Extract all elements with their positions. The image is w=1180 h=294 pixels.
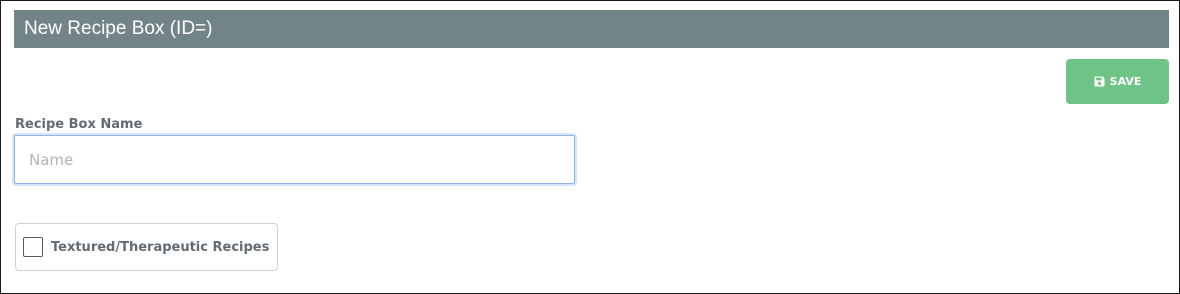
textured-therapeutic-checkbox[interactable]: [23, 237, 43, 257]
recipe-box-name-label: Recipe Box Name: [15, 117, 143, 132]
save-button[interactable]: SAVE: [1066, 59, 1169, 104]
floppy-disk-icon: [1094, 76, 1105, 87]
recipe-box-panel: New Recipe Box (ID=) SAVE Recipe Box Nam…: [0, 0, 1180, 294]
save-button-label: SAVE: [1109, 75, 1142, 88]
page-title: New Recipe Box (ID=): [24, 18, 213, 39]
textured-therapeutic-label: Textured/Therapeutic Recipes: [51, 239, 270, 255]
recipe-box-name-input[interactable]: [14, 135, 575, 184]
textured-therapeutic-option[interactable]: Textured/Therapeutic Recipes: [15, 223, 278, 271]
panel-header: New Recipe Box (ID=): [14, 10, 1169, 48]
